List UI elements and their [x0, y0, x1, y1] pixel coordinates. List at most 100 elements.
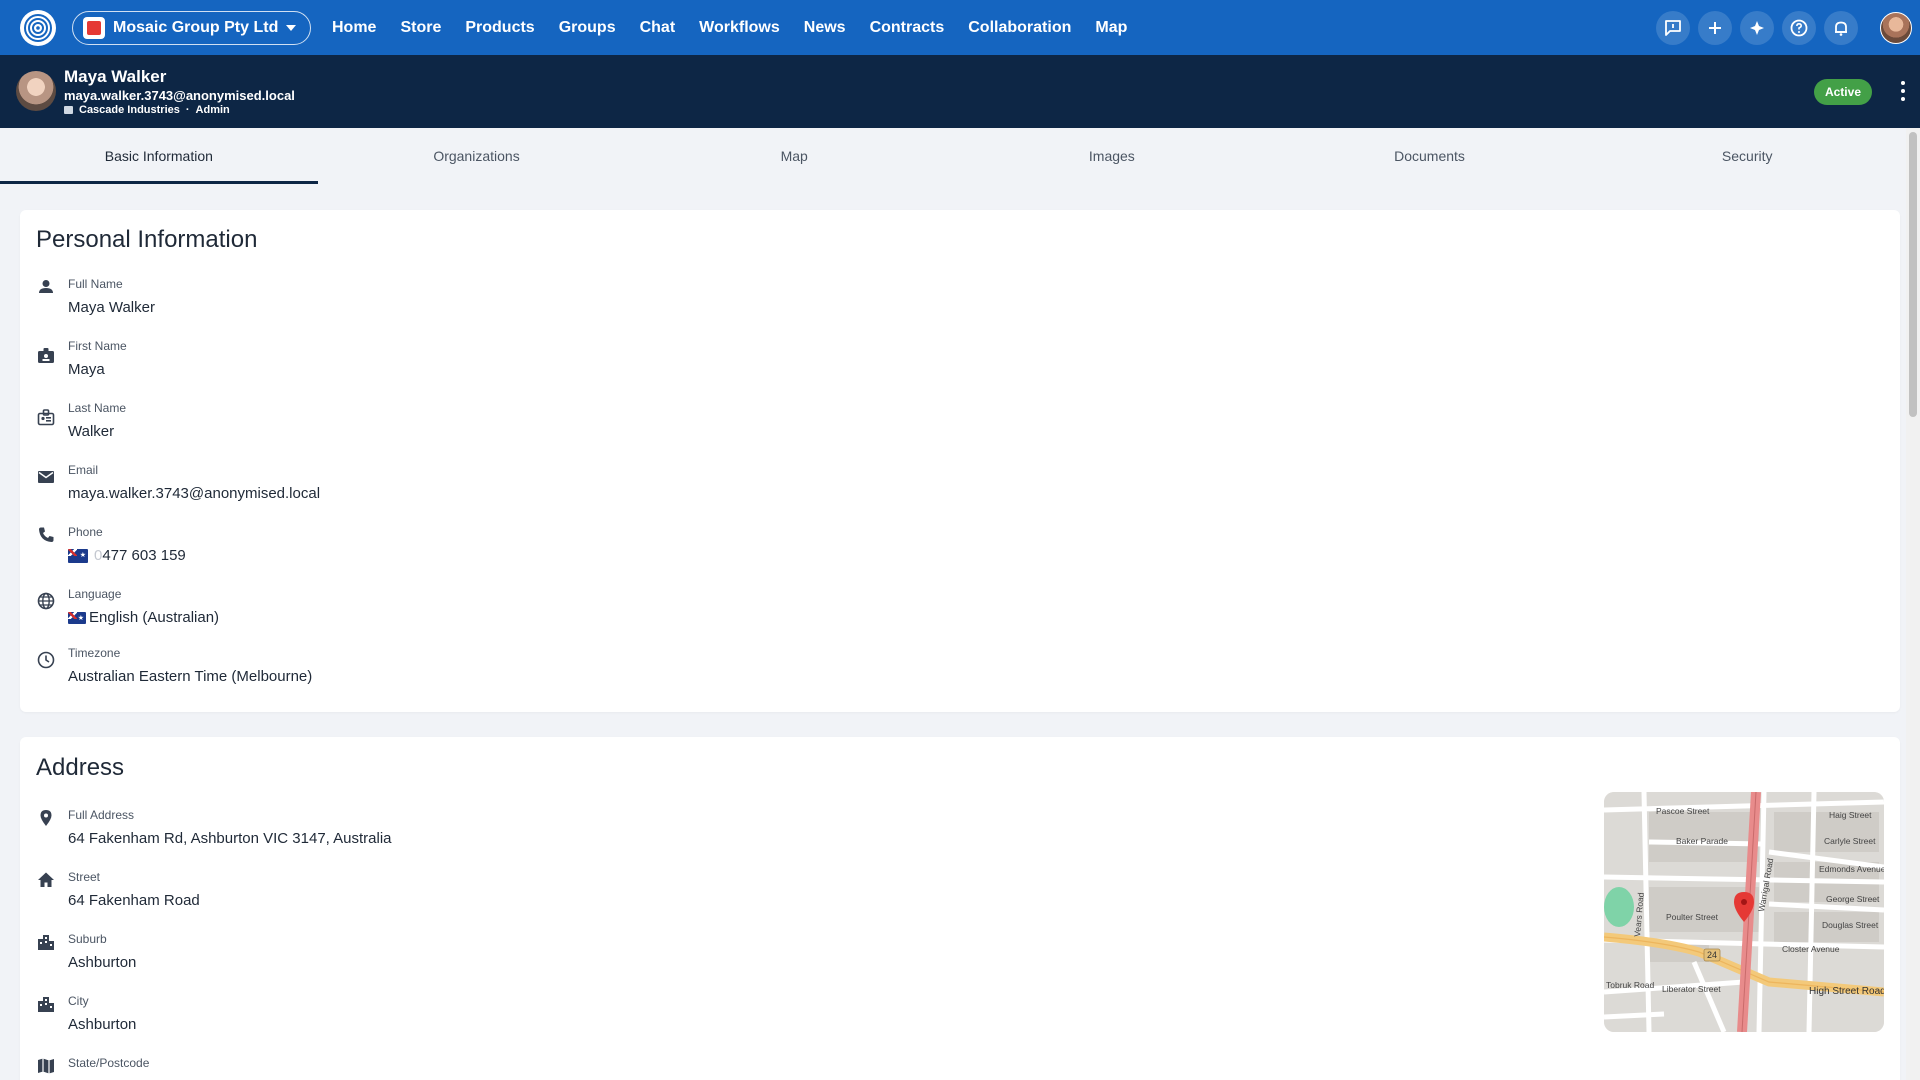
field-label: Full Name: [68, 277, 123, 291]
tab-basic-information[interactable]: Basic Information: [0, 128, 318, 184]
field-label: Email: [68, 463, 99, 477]
org-name: Mosaic Group Pty Ltd: [113, 19, 279, 36]
profile-tabs: Basic Information Organizations Map Imag…: [0, 128, 1906, 184]
add-button[interactable]: [1698, 11, 1732, 45]
map-label: Edmonds Avenue: [1819, 864, 1884, 874]
street-field: Street 64 Fakenham Road: [36, 870, 936, 920]
map-label: Pascoe Street: [1656, 806, 1710, 816]
profile-meta: Cascade Industries · Admin: [64, 104, 230, 116]
nav-news[interactable]: News: [792, 19, 858, 37]
state-postcode-field: State/Postcode VIC 3147: [36, 1056, 936, 1080]
field-value: Walker: [68, 423, 115, 440]
field-label: First Name: [68, 339, 127, 353]
language-value: English (Australian): [68, 609, 219, 626]
nav-groups[interactable]: Groups: [547, 19, 628, 37]
org-logo-icon: [83, 17, 105, 39]
user-avatar[interactable]: [1880, 12, 1912, 44]
field-label: City: [68, 994, 89, 1008]
company-icon: [64, 106, 73, 114]
nav-map[interactable]: Map: [1083, 19, 1139, 37]
field-label: Phone: [68, 525, 103, 539]
globe-icon: [37, 592, 55, 610]
buildings-icon: [38, 935, 54, 950]
map-label: Douglas Street: [1822, 920, 1879, 930]
organization-selector[interactable]: Mosaic Group Pty Ltd: [72, 11, 312, 45]
field-value: Ashburton: [68, 954, 137, 971]
badge-outline-icon: [37, 409, 55, 426]
language-field: Language English (Australian): [36, 587, 936, 637]
map-label: High Street Road: [1809, 986, 1884, 997]
city-field: City Ashburton: [36, 994, 936, 1044]
field-value: Ashburton: [68, 1016, 137, 1033]
nav-workflows[interactable]: Workflows: [687, 19, 792, 37]
help-button[interactable]: [1782, 11, 1816, 45]
notifications-button[interactable]: [1824, 11, 1858, 45]
phone-number: 477 603 159: [102, 547, 186, 564]
field-value: 64 Fakenham Road: [68, 892, 200, 909]
map-label: Closter Avenue: [1782, 944, 1840, 954]
australia-flag-icon: [68, 611, 86, 624]
profile-role: Admin: [195, 104, 230, 116]
help-icon: [1790, 19, 1808, 37]
nav-contracts[interactable]: Contracts: [858, 19, 957, 37]
nav-products[interactable]: Products: [453, 19, 546, 37]
profile-name: Maya Walker: [64, 67, 167, 86]
nav-store[interactable]: Store: [388, 19, 453, 37]
personal-information-card: Personal Information Full Name Maya Walk…: [20, 210, 1900, 712]
tab-images[interactable]: Images: [953, 128, 1271, 184]
field-label: Last Name: [68, 401, 127, 415]
full-address-field: Full Address 64 Fakenham Rd, Ashburton V…: [36, 808, 936, 858]
map-label: Carlyle Street: [1824, 836, 1876, 846]
field-label: State/Postcode: [68, 1056, 150, 1070]
sparkle-icon: [1750, 21, 1764, 35]
field-value: Maya: [68, 361, 105, 378]
main-nav: Home Store Products Groups Chat Workflow…: [320, 0, 1139, 55]
ai-assistant-button[interactable]: [1740, 11, 1774, 45]
meta-separator-icon: ·: [185, 104, 190, 116]
home-icon: [38, 872, 54, 887]
bell-icon: [1835, 21, 1847, 36]
field-value: Australian Eastern Time (Melbourne): [68, 668, 313, 685]
nav-chat[interactable]: Chat: [628, 19, 688, 37]
email-field: Email maya.walker.3743@anonymised.local: [36, 463, 936, 513]
australia-flag-icon: [68, 548, 88, 563]
tab-documents[interactable]: Documents: [1271, 128, 1589, 184]
field-label: Street: [68, 870, 101, 884]
section-title: Address: [36, 754, 125, 781]
person-icon: [39, 280, 53, 293]
route-number-label: 24: [1707, 950, 1717, 960]
phone-field: Phone 0477 603 159: [36, 525, 936, 575]
buildings-icon: [38, 997, 54, 1012]
status-badge: Active: [1813, 79, 1872, 105]
top-navigation-bar: Mosaic Group Pty Ltd Home Store Products…: [0, 0, 1920, 55]
profile-header: Maya Walker maya.walker.3743@anonymised.…: [0, 55, 1920, 128]
section-title: Personal Information: [36, 226, 258, 253]
tab-organizations[interactable]: Organizations: [318, 128, 636, 184]
tab-security[interactable]: Security: [1588, 128, 1906, 184]
mail-icon: [38, 471, 54, 483]
map-label: Baker Parade: [1676, 836, 1728, 846]
field-label: Suburb: [68, 932, 107, 946]
profile-company: Cascade Industries: [79, 104, 180, 116]
location-pin-icon: [40, 810, 52, 826]
badge-icon: [38, 348, 54, 363]
field-label: Language: [68, 587, 122, 601]
timezone-field: Timezone Australian Eastern Time (Melbou…: [36, 646, 936, 696]
nav-collaboration[interactable]: Collaboration: [956, 19, 1083, 37]
clock-icon: [37, 651, 55, 669]
logo-icon: [24, 14, 52, 42]
full-name-field: Full Name Maya Walker: [36, 277, 936, 327]
scrollbar-thumb[interactable]: [1909, 132, 1917, 417]
feedback-button[interactable]: [1656, 11, 1690, 45]
app-logo[interactable]: [20, 10, 56, 46]
tab-map[interactable]: Map: [635, 128, 953, 184]
phone-icon: [39, 527, 54, 542]
feedback-icon: [1665, 20, 1681, 36]
more-options-icon[interactable]: [1900, 81, 1906, 101]
page-scrollbar[interactable]: [1906, 128, 1920, 1080]
map-label: George Street: [1826, 894, 1880, 904]
address-map-preview[interactable]: 24 Pascoe Street Haig Street Baker Parad…: [1604, 792, 1884, 1032]
chevron-down-icon: [286, 25, 297, 31]
map-icon: [38, 1058, 54, 1074]
nav-home[interactable]: Home: [320, 19, 388, 37]
